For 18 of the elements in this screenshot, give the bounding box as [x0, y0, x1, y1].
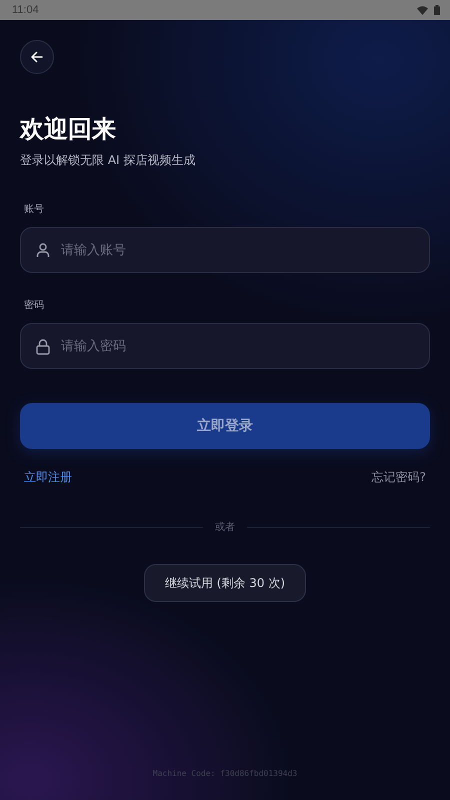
lock-icon: [35, 338, 51, 355]
back-button[interactable]: [20, 40, 54, 74]
input-field[interactable]: 请输入密码: [20, 323, 430, 369]
field-label: 账号: [24, 203, 45, 217]
divider-text: 或者: [215, 520, 235, 534]
forgot-password-link[interactable]: 忘记密码?: [372, 469, 426, 486]
register-link[interactable]: 立即注册: [24, 469, 72, 486]
battery-icon: [434, 5, 440, 15]
status-time: 11:04: [12, 4, 39, 16]
user-icon: [35, 242, 51, 258]
input-field[interactable]: 请输入账号: [20, 227, 430, 273]
trial-button[interactable]: 继续试用 (剩余 30 次): [144, 564, 306, 602]
login-button[interactable]: 立即登录: [20, 403, 430, 449]
back-arrow-icon: [31, 51, 43, 63]
subtitle: 登录以解锁无限 AI 探店视频生成: [20, 152, 196, 169]
field-label: 密码: [24, 299, 45, 313]
wifi-icon: [417, 6, 428, 14]
page-title: 欢迎回来: [20, 114, 117, 144]
